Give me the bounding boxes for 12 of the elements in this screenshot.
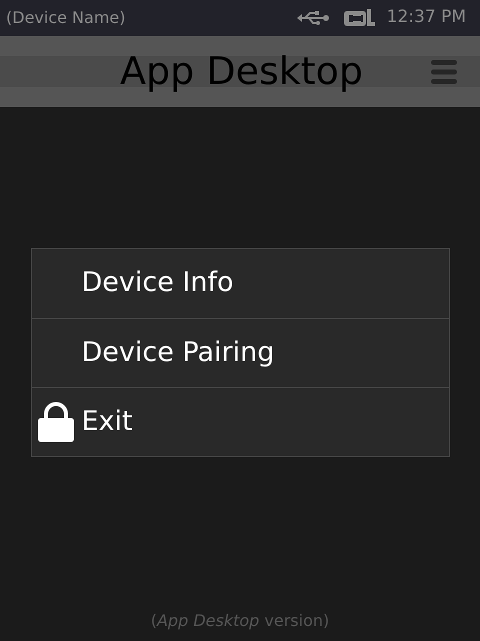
menu-item-label: Device Pairing	[82, 336, 274, 370]
app-title: App Desktop	[120, 48, 364, 94]
menu-item-label: Exit	[82, 404, 133, 439]
device-name: (Device Name)	[6, 7, 126, 29]
version-text: (App Desktop version)	[150, 610, 330, 632]
menu-item-label: Device Info	[82, 266, 234, 300]
menu-item[interactable]: Device Pairing	[32, 318, 448, 387]
clock-time: 12:37 PM	[386, 6, 466, 30]
menu-icon[interactable]	[431, 60, 457, 84]
usb-icon	[296, 10, 331, 26]
menu-item[interactable]: Device Info	[32, 249, 448, 318]
menu-item[interactable]: Exit	[32, 387, 448, 456]
